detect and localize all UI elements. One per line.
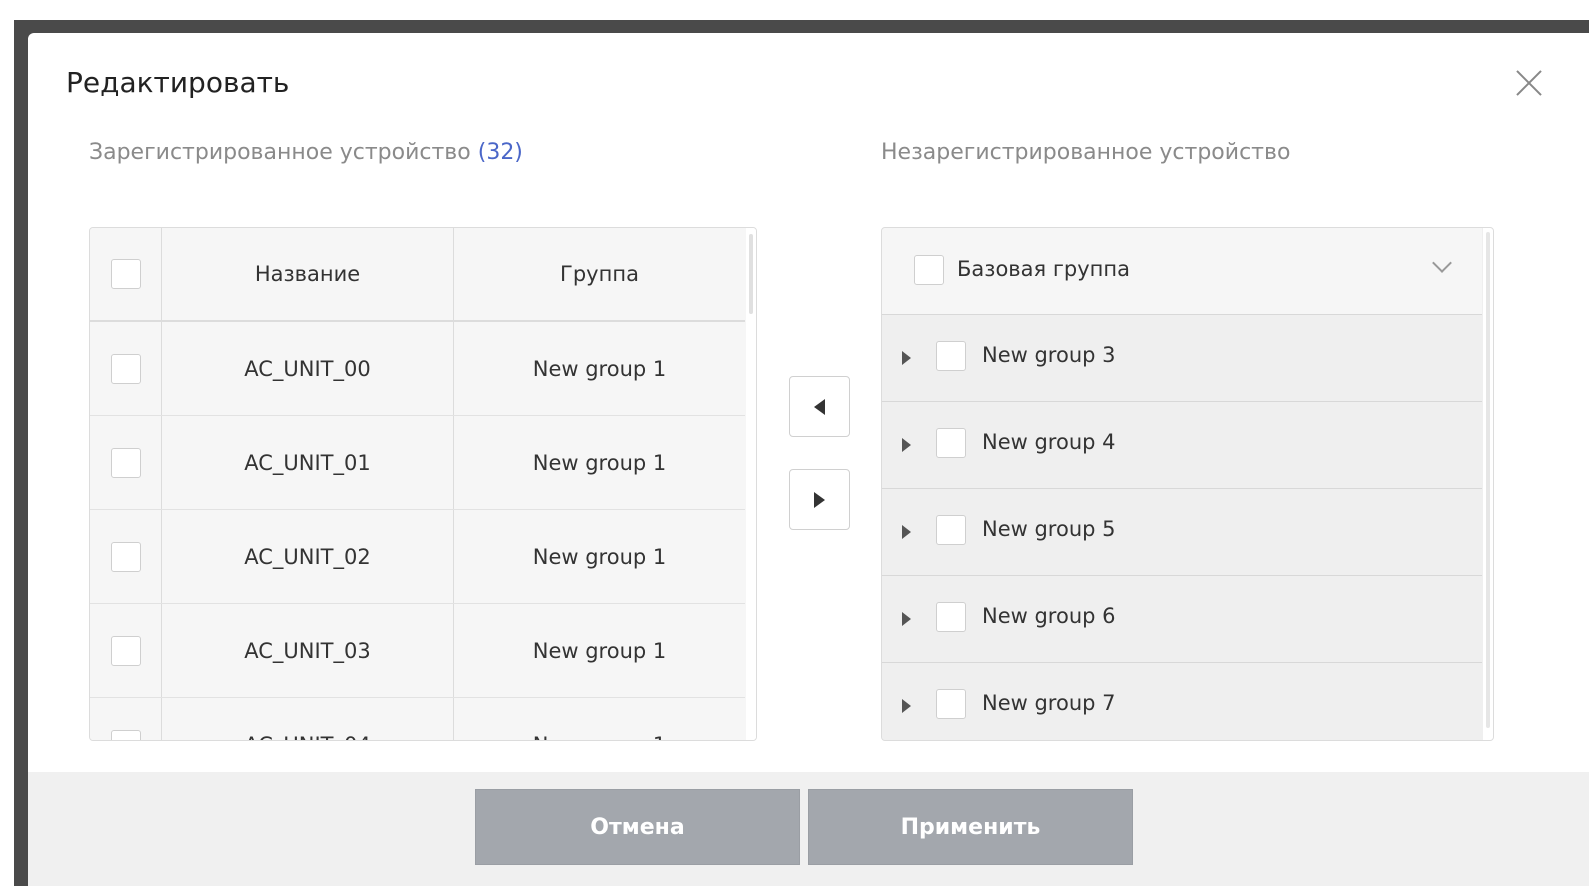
group-checkbox[interactable] xyxy=(936,602,966,632)
table-header: Название Группа xyxy=(90,228,745,322)
expand-triangle-icon[interactable] xyxy=(902,351,911,365)
row-checkbox[interactable] xyxy=(110,729,141,740)
group-label: New group 3 xyxy=(982,343,1116,367)
row-checkbox[interactable] xyxy=(110,447,141,478)
group-label: New group 4 xyxy=(982,430,1116,454)
registered-devices-label: Зарегистрированное устройство (32) xyxy=(89,140,523,165)
device-name: AC_UNIT_03 xyxy=(162,604,454,697)
chevron-down-icon[interactable] xyxy=(1432,256,1450,274)
move-right-button[interactable] xyxy=(789,469,850,530)
row-checkbox-cell xyxy=(90,698,162,740)
table-row[interactable]: AC_UNIT_03 New group 1 xyxy=(90,604,745,698)
column-header-group[interactable]: Группа xyxy=(454,228,745,320)
row-checkbox[interactable] xyxy=(110,353,141,384)
device-group: New group 1 xyxy=(532,544,667,569)
header-checkbox-cell xyxy=(90,228,162,320)
group-checkbox[interactable] xyxy=(936,428,966,458)
edit-dialog: Редактировать Зарегистрированное устройс… xyxy=(28,33,1589,886)
row-checkbox-cell xyxy=(90,416,162,509)
cancel-button[interactable]: Отмена xyxy=(475,789,800,865)
expand-triangle-icon[interactable] xyxy=(902,525,911,539)
registered-devices-text: Зарегистрированное устройство xyxy=(89,140,471,165)
base-group-header[interactable]: Базовая группа xyxy=(882,228,1482,315)
row-checkbox[interactable] xyxy=(110,635,141,666)
group-label: New group 5 xyxy=(982,517,1116,541)
expand-triangle-icon[interactable] xyxy=(902,612,911,626)
row-checkbox-cell xyxy=(90,510,162,603)
tree-group-row[interactable]: New group 6 xyxy=(882,576,1482,663)
tree-scrollbar-thumb[interactable] xyxy=(1486,232,1490,728)
row-checkbox[interactable] xyxy=(110,541,141,572)
apply-button[interactable]: Применить xyxy=(808,789,1133,865)
tree-group-row[interactable]: New group 3 xyxy=(882,315,1482,402)
move-left-button[interactable] xyxy=(789,376,850,437)
device-name: AC_UNIT_01 xyxy=(162,416,454,509)
unregistered-devices-label: Незарегистрированное устройство xyxy=(881,140,1291,165)
group-checkbox[interactable] xyxy=(936,515,966,545)
tree-group-row[interactable]: New group 5 xyxy=(882,489,1482,576)
table-row[interactable]: AC_UNIT_00 New group 1 xyxy=(90,322,745,416)
group-checkbox[interactable] xyxy=(936,689,966,719)
expand-triangle-icon[interactable] xyxy=(902,699,911,713)
device-name: AC_UNIT_02 xyxy=(162,510,454,603)
device-group: New group 1 xyxy=(454,698,745,741)
table-scrollbar-thumb[interactable] xyxy=(749,234,753,314)
dialog-footer: Отмена Применить xyxy=(28,772,1589,886)
close-icon[interactable] xyxy=(1512,66,1546,100)
registered-devices-table: Название Группа AC_UNIT_00 New group 1 A… xyxy=(89,227,757,741)
group-label: New group 6 xyxy=(982,604,1116,628)
select-all-checkbox[interactable] xyxy=(110,259,141,289)
device-group: New group 1 xyxy=(532,638,667,663)
row-checkbox-cell xyxy=(90,604,162,697)
tree-group-row[interactable]: New group 7 xyxy=(882,663,1482,740)
expand-triangle-icon[interactable] xyxy=(902,438,911,452)
registered-devices-count: (32) xyxy=(477,140,523,165)
table-row[interactable]: AC_UNIT_02 New group 1 xyxy=(90,510,745,604)
device-name: AC_UNIT_00 xyxy=(162,322,454,415)
tree-group-row[interactable]: New group 4 xyxy=(882,402,1482,489)
arrow-left-icon xyxy=(814,398,825,415)
arrow-right-icon xyxy=(814,491,825,508)
column-header-name[interactable]: Название xyxy=(162,228,454,320)
table-row[interactable]: AC_UNIT_01 New group 1 xyxy=(90,416,745,510)
row-checkbox-cell xyxy=(90,322,162,415)
device-group: New group 1 xyxy=(532,356,667,381)
dialog-title: Редактировать xyxy=(66,66,290,99)
base-group-label: Базовая группа xyxy=(957,257,1130,281)
unregistered-devices-tree: Базовая группа New group 3 New group 4 N… xyxy=(881,227,1494,741)
device-group: New group 1 xyxy=(532,450,667,475)
group-label: New group 7 xyxy=(982,691,1116,715)
base-group-checkbox[interactable] xyxy=(914,255,944,285)
device-name: AC_UNIT_04 xyxy=(162,698,454,740)
group-checkbox[interactable] xyxy=(936,341,966,371)
table-row[interactable]: AC_UNIT_04 New group 1 xyxy=(90,698,745,741)
